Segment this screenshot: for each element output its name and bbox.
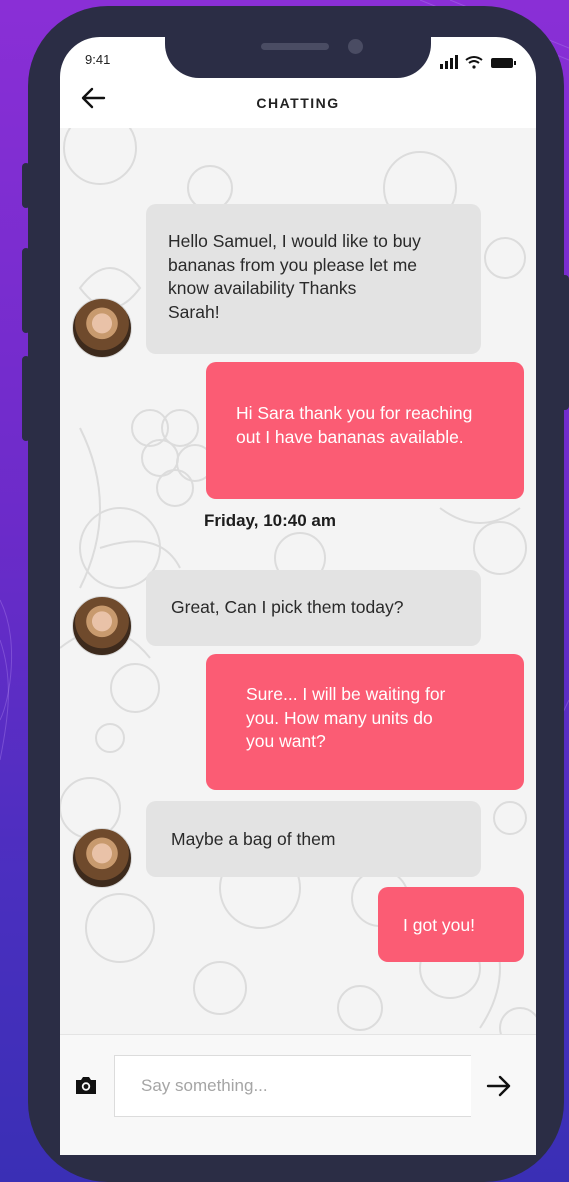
avatar[interactable] — [72, 298, 132, 358]
message-outgoing: I got you! — [378, 887, 524, 962]
arrow-right-icon[interactable] — [485, 1073, 513, 1099]
message-incoming: Great, Can I pick them today? — [146, 570, 481, 646]
message-outgoing: Sure... I will be waiting for you. How m… — [206, 654, 524, 790]
message-incoming: Hello Samuel, I would like to buy banana… — [146, 204, 481, 354]
camera-icon[interactable] — [74, 1074, 98, 1096]
side-button-volume-down — [22, 356, 30, 441]
home-indicator-area — [60, 1118, 536, 1154]
page-title: CHATTING — [256, 95, 340, 111]
message-input[interactable] — [114, 1055, 471, 1117]
side-button-power — [560, 275, 569, 410]
date-separator: Friday, 10:40 am — [204, 511, 336, 530]
side-button-volume-up — [22, 248, 30, 333]
avatar[interactable] — [72, 828, 132, 888]
battery-icon — [491, 58, 516, 68]
arrow-left-icon[interactable] — [80, 86, 106, 110]
front-camera — [348, 39, 363, 54]
notch — [165, 37, 431, 78]
message-incoming: Maybe a bag of them — [146, 801, 481, 877]
avatar[interactable] — [72, 596, 132, 656]
status-icons — [440, 55, 516, 69]
wifi-icon — [465, 56, 483, 64]
message-outgoing: Hi Sara thank you for reaching out I hav… — [206, 362, 524, 499]
speaker — [261, 43, 329, 50]
status-time: 9:41 — [85, 52, 111, 67]
side-button-mute — [22, 163, 30, 208]
signal-icon — [440, 55, 458, 69]
